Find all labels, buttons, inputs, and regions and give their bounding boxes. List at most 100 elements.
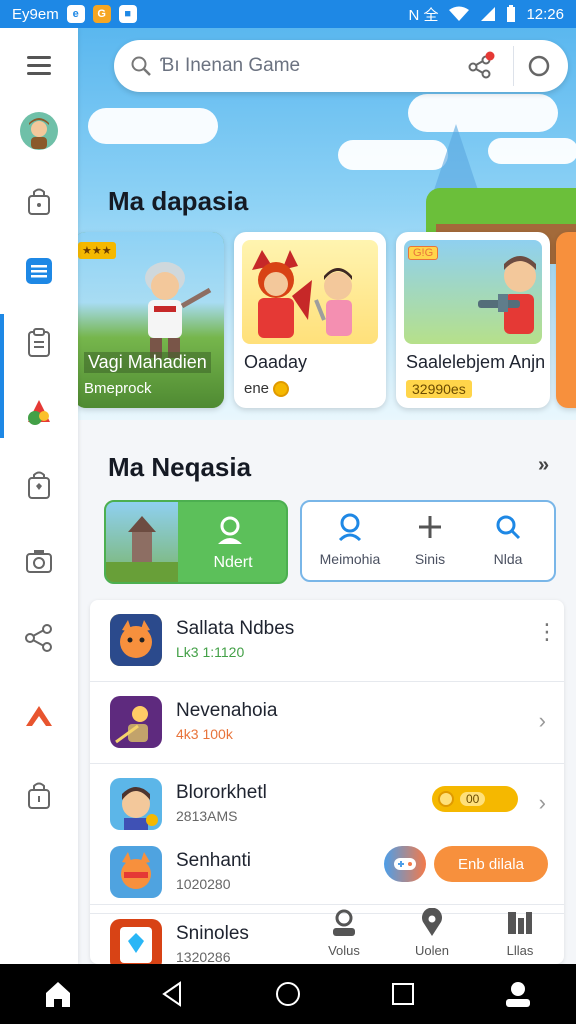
- fox-game-icon: [110, 614, 162, 666]
- message-notification-icon: ■: [118, 5, 137, 23]
- recents-icon[interactable]: [388, 979, 418, 1009]
- list-item-title: Blororkhetl: [176, 782, 267, 803]
- search-divider: [513, 46, 514, 86]
- list-item-title: Senhanti: [176, 850, 252, 871]
- sidebar-item-bag[interactable]: [0, 460, 78, 510]
- quick-action-search[interactable]: Nlda: [468, 512, 548, 567]
- locker-icon: [28, 782, 50, 809]
- heroes-character-icon: [252, 250, 352, 338]
- sidebar-item-list[interactable]: [0, 246, 78, 296]
- app-notification-icon: e: [66, 5, 85, 23]
- featured-game-button[interactable]: Ndert: [104, 500, 288, 584]
- chevron-right-icon[interactable]: ›: [539, 790, 546, 816]
- list-item-meta: 1020280: [176, 876, 231, 892]
- game-card[interactable]: Oaaday ene: [234, 232, 386, 408]
- sidebar-item-share[interactable]: [0, 612, 78, 662]
- quick-action-label: Sinis: [414, 551, 446, 567]
- wifi-icon: [449, 6, 470, 21]
- new-section-title: Ma Neqasia: [108, 452, 252, 482]
- tab-location[interactable]: Uolen: [388, 907, 476, 964]
- menu-button[interactable]: [0, 40, 78, 90]
- location-icon: [422, 907, 442, 936]
- quick-actions: Meimohia Sinis Nlda: [300, 500, 556, 582]
- list-item-meta: 4k3 100k: [176, 726, 233, 742]
- coin-icon: [273, 380, 290, 397]
- sidebar-item-games[interactable]: [0, 388, 78, 438]
- avatar-icon: [20, 112, 58, 150]
- list-item-title: Sallata Ndbes: [176, 618, 295, 639]
- coin-toggle[interactable]: 00: [432, 786, 518, 812]
- game-icon: [110, 846, 162, 898]
- cloud: [488, 138, 576, 164]
- game-icon: [110, 919, 162, 964]
- gamepad-icon: [394, 858, 416, 870]
- game-card-title: Oaaday: [244, 352, 308, 372]
- tab-users[interactable]: Volus: [300, 908, 388, 964]
- sidebar-item-camera[interactable]: [0, 536, 78, 586]
- gamepad-button[interactable]: [384, 846, 426, 882]
- game-card[interactable]: [556, 232, 576, 408]
- tab-label: Uolen: [415, 943, 449, 958]
- quick-action-label: Meimohia: [319, 551, 381, 567]
- user-icon: [333, 909, 355, 936]
- coin-icon: [438, 791, 454, 807]
- sidebar-avatar[interactable]: [0, 106, 78, 156]
- home-icon[interactable]: [43, 979, 73, 1009]
- sidebar-item-lock[interactable]: [0, 176, 78, 226]
- sidebar-item-locker[interactable]: [0, 770, 78, 820]
- battery-icon: [507, 5, 516, 22]
- list-item-title: Sninoles: [176, 923, 249, 944]
- chart-icon: [508, 912, 532, 934]
- list-item-meta: 2813AMS: [176, 808, 238, 824]
- game-card-art: G!G: [404, 240, 542, 344]
- tab-label: Lllas: [506, 943, 534, 958]
- featured-thumbnail: [106, 502, 178, 582]
- plus-icon: [419, 516, 441, 538]
- cat-hero-game-icon: [110, 846, 162, 898]
- list-item[interactable]: Sallata Ndbes Lk3 1:1120 ⋮: [90, 600, 564, 682]
- more-options-icon[interactable]: ⋮: [536, 621, 558, 643]
- list-icon: [26, 258, 52, 284]
- game-notification-icon: G: [92, 5, 111, 23]
- see-more-button[interactable]: »: [538, 454, 549, 477]
- sidebar-item-trending[interactable]: [0, 692, 78, 742]
- game-card-subtitle: Bmeprock: [84, 380, 152, 397]
- user-icon: [218, 516, 242, 544]
- rating-badge: ★★★: [78, 242, 116, 259]
- search-icon: [131, 56, 151, 76]
- share-notification-icon[interactable]: [464, 50, 496, 82]
- list-item-title: Nevenahoia: [176, 700, 278, 721]
- game-card-title: Vagi Mahadien: [84, 352, 211, 373]
- home-circle-icon[interactable]: [273, 979, 303, 1009]
- list-item-meta: Lk3 1:1120: [176, 644, 245, 660]
- camera-icon: [26, 550, 52, 573]
- list-item[interactable]: Nevenahoia 4k3 100k ›: [90, 682, 564, 764]
- game-card[interactable]: ★★★ Vagi Mahadien Bmeprock: [78, 232, 224, 408]
- back-icon[interactable]: [158, 979, 188, 1009]
- game-card-title: Saalelebjem Anjn: [406, 352, 546, 372]
- list-bottom-tabs: Volus Uolen Lllas: [300, 907, 564, 964]
- account-icon[interactable]: [503, 979, 533, 1009]
- search-bar[interactable]: Ɓı Inenan Game: [114, 40, 568, 92]
- quick-action-profile[interactable]: Meimohia: [310, 512, 390, 567]
- tab-label: Volus: [328, 943, 360, 958]
- carrier-label: Ey9em: [12, 5, 59, 23]
- tab-stats[interactable]: Lllas: [476, 908, 564, 964]
- quick-action-add[interactable]: Sinis: [390, 512, 470, 567]
- action-button[interactable]: Enb dilala: [434, 846, 548, 882]
- tag-badge: G!G: [408, 246, 439, 260]
- game-card-subtitle: ene: [244, 380, 290, 397]
- account-icon[interactable]: [526, 53, 552, 79]
- search-placeholder[interactable]: Ɓı Inenan Game: [160, 55, 300, 77]
- game-icon: [110, 778, 162, 830]
- game-card[interactable]: G!G Saalelebjem Anjn 32990es: [396, 232, 550, 408]
- sidebar-item-clipboard[interactable]: [0, 318, 78, 368]
- cloud: [408, 94, 558, 132]
- wizard-game-icon: [110, 696, 162, 748]
- hamburger-icon: [27, 56, 51, 75]
- quick-action-label: Nlda: [493, 551, 523, 567]
- card-game-icon: [110, 919, 162, 964]
- chevron-right-icon[interactable]: ›: [539, 708, 546, 734]
- game-card-subtitle-text: ene: [244, 380, 270, 397]
- game-card-price: 32990es: [406, 380, 472, 398]
